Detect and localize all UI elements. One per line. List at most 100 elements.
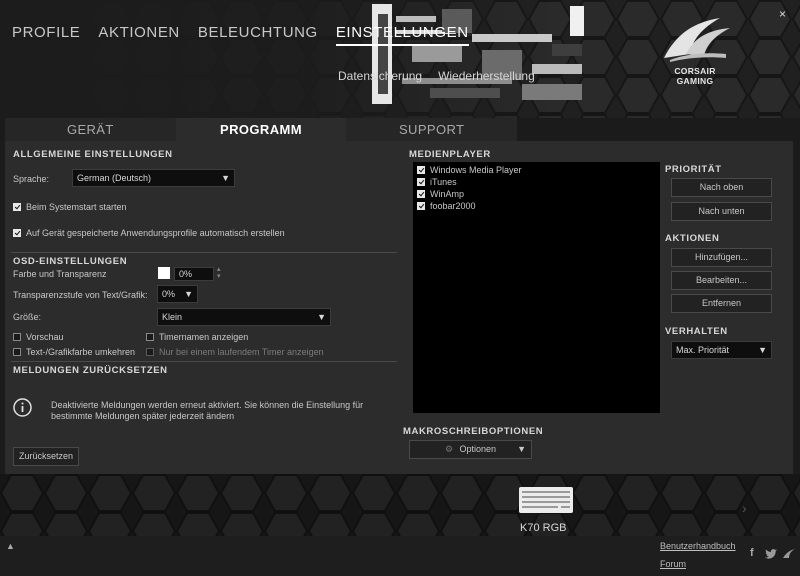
only-running-timer-label: Nur bei einem laufendem Timer anzeigen xyxy=(159,347,324,357)
only-running-timer-checkbox[interactable]: Nur bei einem laufendem Timer anzeigen xyxy=(146,347,324,357)
reset-message-line2: bestimmte Meldungen später jederzeit änd… xyxy=(51,411,235,421)
manual-link[interactable]: Benutzerhandbuch xyxy=(660,541,736,551)
preview-checkbox[interactable]: Vorschau xyxy=(13,332,64,342)
timer-names-checkbox[interactable]: Timernamen anzeigen xyxy=(146,332,248,342)
media-player-item[interactable]: WinAmp xyxy=(417,189,464,199)
checkbox-icon xyxy=(146,348,154,356)
reset-messages-title: MELDUNGEN ZURÜCKSETZEN xyxy=(13,365,168,376)
priority-title: PRIORITÄT xyxy=(665,164,722,175)
tab-device[interactable]: GERÄT xyxy=(5,118,176,141)
autocreate-checkbox[interactable]: Auf Gerät gespeicherte Anwendungsprofile… xyxy=(13,228,285,238)
device-k70-rgb[interactable]: K70 RGB xyxy=(516,486,576,534)
checkbox-checked-icon xyxy=(417,190,425,198)
nav-actions[interactable]: AKTIONEN xyxy=(98,24,179,46)
chevron-down-icon: ▼ xyxy=(221,173,230,183)
chevron-down-icon: ▼ xyxy=(517,444,526,454)
color-transparency-value: 0% xyxy=(179,269,193,279)
facebook-icon[interactable]: f xyxy=(750,547,754,559)
add-button[interactable]: Hinzufügen... xyxy=(671,248,772,267)
sails-logo-icon xyxy=(664,18,730,62)
media-player-name: WinAmp xyxy=(430,189,465,199)
glitch-overlay xyxy=(372,4,584,104)
chevron-down-icon: ▼ xyxy=(758,345,767,355)
text-transparency-label: Transparenzstufe von Text/Grafik: xyxy=(13,290,148,300)
settings-panel: ALLGEMEINE EINSTELLUNGEN Sprache: German… xyxy=(5,141,793,474)
reset-button[interactable]: Zurücksetzen xyxy=(13,447,79,466)
edit-button[interactable]: Bearbeiten... xyxy=(671,271,772,290)
macro-options-dropdown[interactable]: ⚙ Optionen ▼ xyxy=(409,440,532,459)
brand-line1: CORSAIR xyxy=(674,66,716,76)
move-down-button[interactable]: Nach unten xyxy=(671,202,772,221)
general-settings-title: ALLGEMEINE EINSTELLUNGEN xyxy=(13,149,173,160)
language-label: Sprache: xyxy=(13,174,50,184)
macro-options-title: MAKROSCHREIBOPTIONEN xyxy=(403,426,544,437)
size-label: Größe: xyxy=(13,312,42,322)
invert-color-label: Text-/Grafikfarbe umkehren xyxy=(26,347,136,357)
corsair-logo: CORSAIR GAMING xyxy=(656,14,734,88)
tab-program[interactable]: PROGRAMM xyxy=(175,118,347,141)
text-transparency-value: 0% xyxy=(162,289,176,299)
timer-names-label: Timernamen anzeigen xyxy=(159,332,249,342)
chevron-up-icon[interactable]: ▲ xyxy=(6,541,15,551)
chevron-down-icon: ▼ xyxy=(317,312,326,322)
hex-background xyxy=(0,474,800,536)
text-transparency-dropdown[interactable]: 0% ▼ xyxy=(157,285,198,303)
behavior-title: VERHALTEN xyxy=(665,326,728,337)
media-player-item[interactable]: Windows Media Player xyxy=(417,165,522,175)
checkbox-checked-icon xyxy=(13,203,21,211)
autocreate-label: Auf Gerät gespeicherte Anwendungsprofile… xyxy=(26,228,285,238)
checkbox-checked-icon xyxy=(417,166,425,174)
nav-settings[interactable]: EINSTELLUNGEN xyxy=(335,24,469,46)
checkbox-checked-icon xyxy=(13,229,21,237)
media-player-name: iTunes xyxy=(430,177,457,187)
checkbox-icon xyxy=(146,333,154,341)
language-dropdown[interactable]: German (Deutsch) ▼ xyxy=(72,169,235,187)
actions-title: AKTIONEN xyxy=(665,233,720,244)
header: PROFILE AKTIONEN BELEUCHTUNG EINSTELLUNG… xyxy=(0,0,800,118)
gear-icon: ⚙ xyxy=(444,444,454,454)
size-value: Klein xyxy=(162,312,183,322)
keyboard-icon xyxy=(519,487,573,513)
media-player-name: foobar2000 xyxy=(430,201,476,211)
subnav-restore[interactable]: Wiederherstellung xyxy=(438,69,535,83)
macro-options-label: Optionen xyxy=(459,444,497,454)
behavior-dropdown[interactable]: Max. Priorität ▼ xyxy=(671,341,772,359)
close-icon[interactable]: × xyxy=(779,7,786,21)
remove-button[interactable]: Entfernen xyxy=(671,294,772,313)
chevron-down-icon: ▼ xyxy=(184,289,193,299)
move-up-button[interactable]: Nach oben xyxy=(671,178,772,197)
startup-label: Beim Systemstart starten xyxy=(26,202,127,212)
color-transparency-label: Farbe und Transparenz xyxy=(13,269,107,279)
chevron-right-icon[interactable]: › xyxy=(742,500,747,516)
media-player-item[interactable]: foobar2000 xyxy=(417,201,476,211)
info-icon xyxy=(13,398,32,417)
color-transparency-input[interactable]: 0% xyxy=(174,267,214,281)
media-player-item[interactable]: iTunes xyxy=(417,177,457,187)
twitter-icon[interactable] xyxy=(765,549,777,559)
language-value: German (Deutsch) xyxy=(77,173,152,183)
behavior-value: Max. Priorität xyxy=(676,345,730,355)
divider xyxy=(11,252,397,253)
forum-link[interactable]: Forum xyxy=(660,559,686,569)
media-player-list[interactable]: Windows Media Player iTunes WinAmp fooba… xyxy=(413,162,660,413)
checkbox-icon xyxy=(13,348,21,356)
nav-profiles[interactable]: PROFILE xyxy=(12,24,80,46)
osd-settings-title: OSD-EINSTELLUNGEN xyxy=(13,256,128,267)
corsair-sails-icon[interactable] xyxy=(782,548,796,559)
preview-label: Vorschau xyxy=(26,332,64,342)
media-player-title: MEDIENPLAYER xyxy=(409,149,491,160)
checkbox-checked-icon xyxy=(417,202,425,210)
color-swatch[interactable] xyxy=(158,267,170,279)
size-dropdown[interactable]: Klein ▼ xyxy=(157,308,331,326)
checkbox-checked-icon xyxy=(417,178,425,186)
nav-lighting[interactable]: BELEUCHTUNG xyxy=(198,24,318,46)
spinner-icon[interactable]: ▴ ▾ xyxy=(217,266,221,280)
media-player-name: Windows Media Player xyxy=(430,165,522,175)
status-bar: ▲ Benutzerhandbuch Forum f xyxy=(0,536,800,576)
main-nav: PROFILE AKTIONEN BELEUCHTUNG EINSTELLUNG… xyxy=(12,24,469,46)
startup-checkbox[interactable]: Beim Systemstart starten xyxy=(13,202,127,212)
tab-support[interactable]: SUPPORT xyxy=(346,118,517,141)
subnav-backup[interactable]: Datensicherung xyxy=(338,69,422,83)
invert-color-checkbox[interactable]: Text-/Grafikfarbe umkehren xyxy=(13,347,135,357)
reset-message-line1: Deaktivierte Meldungen werden erneut akt… xyxy=(51,400,364,410)
